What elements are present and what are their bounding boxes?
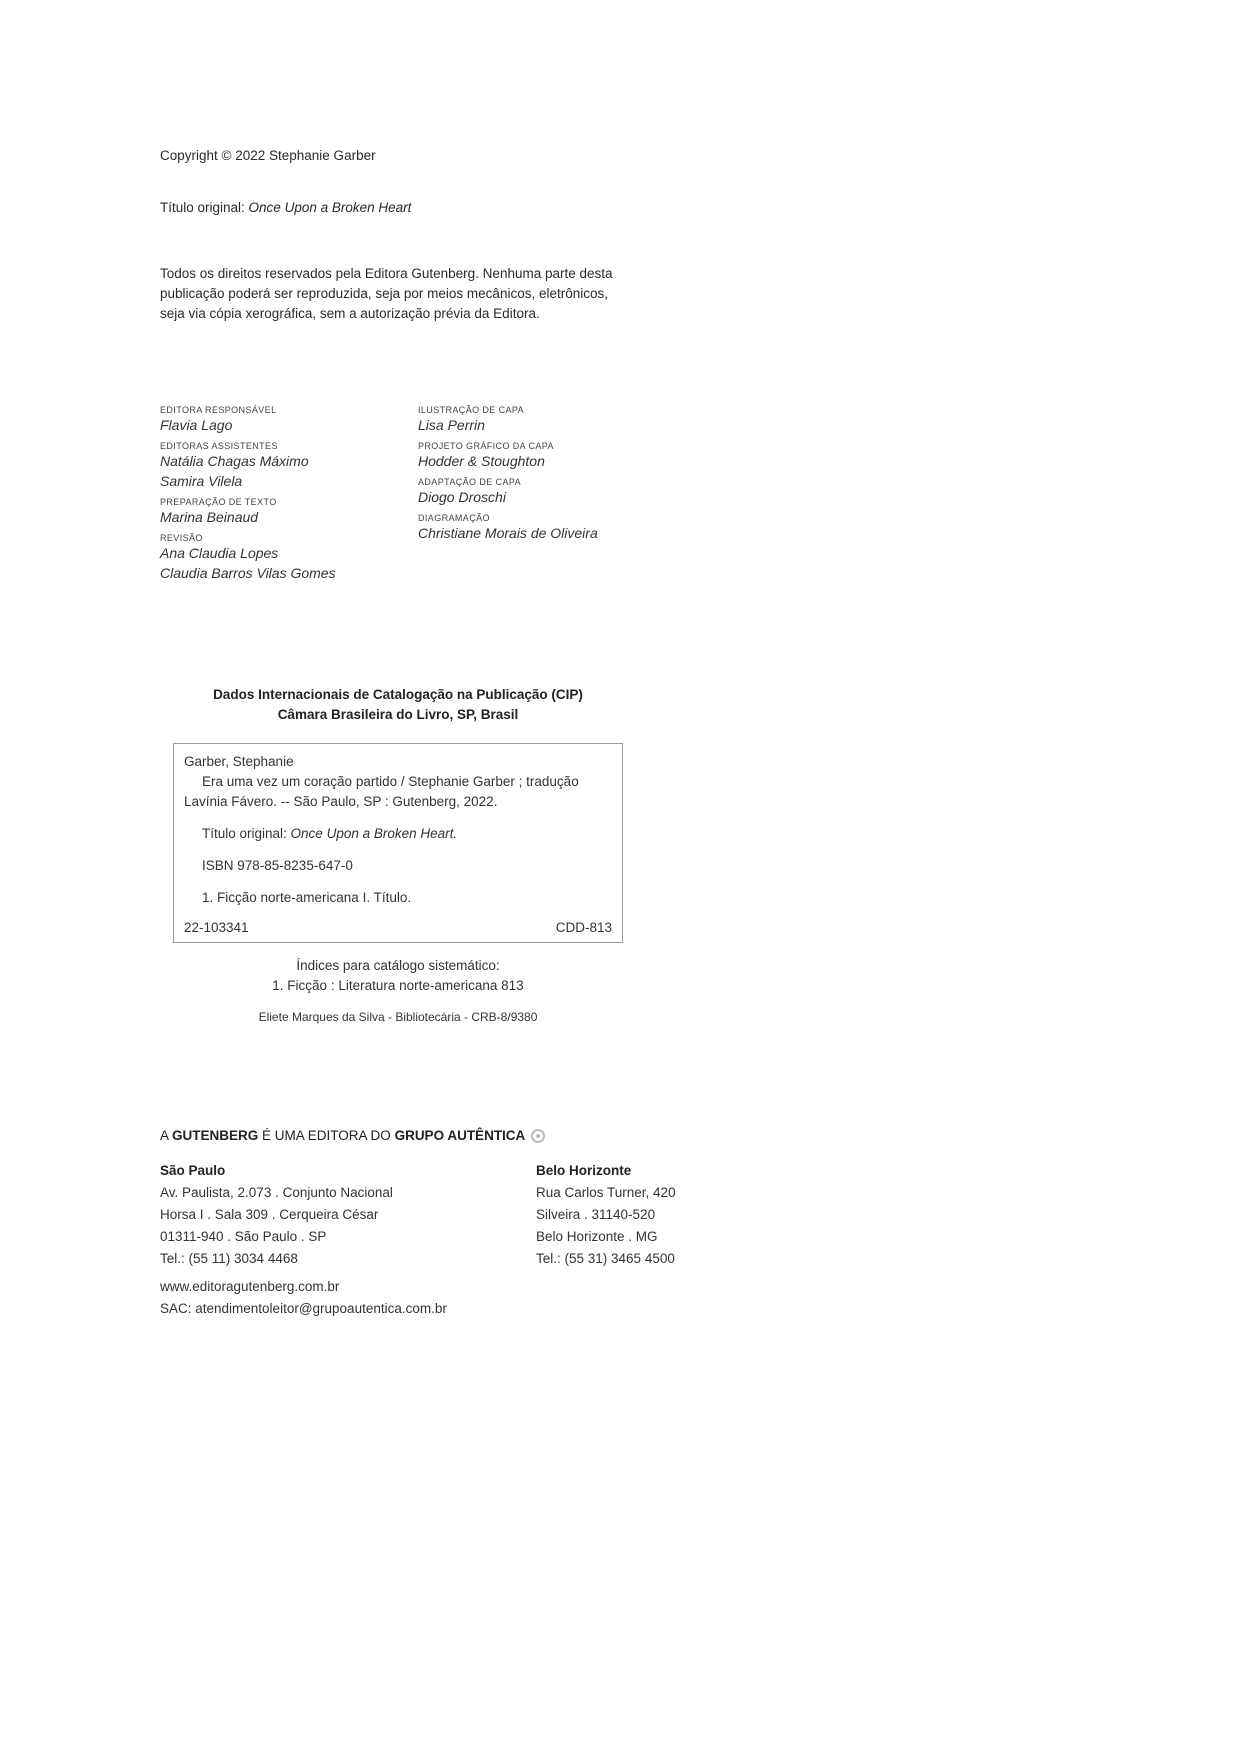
cip-cdd: CDD-813 — [555, 920, 612, 935]
credit-block: Revisão Ana Claudia Lopes Claudia Barros… — [160, 533, 420, 583]
credit-name: Marina Beinaud — [160, 509, 259, 525]
office-line: 01311-940 . São Paulo . SP — [160, 1229, 327, 1244]
cip-original-value: Once Upon a Broken Heart. — [290, 826, 458, 841]
credit-block: Adaptação de capa Diogo Droschi — [418, 477, 678, 507]
credit-name: Diogo Droschi — [418, 489, 506, 505]
credit-label: Diagramação — [418, 513, 490, 523]
office-line: Av. Paulista, 2.073 . Conjunto Nacional — [160, 1185, 393, 1200]
index-entry: 1. Ficção : Literatura norte-americana 8… — [272, 978, 524, 993]
office-belo-horizonte: Belo Horizonte Rua Carlos Turner, 420 Si… — [536, 1160, 756, 1270]
office-line: Belo Horizonte . MG — [536, 1229, 658, 1244]
original-title-label: Título original: — [160, 200, 249, 215]
librarian-credit: Eliete Marques da Silva - Bibliotecária … — [258, 1010, 538, 1024]
credits-right-column: Ilustração de capa Lisa Perrin Projeto g… — [418, 405, 678, 549]
office-line: Silveira . 31140-520 — [536, 1207, 656, 1222]
original-title-value: Once Upon a Broken Heart — [248, 200, 412, 215]
credit-name: Ana Claudia Lopes — [160, 545, 279, 561]
credits-left-column: Editora responsável Flavia Lago Editoras… — [160, 405, 420, 589]
grupo-autentica-logo-icon — [531, 1129, 546, 1144]
original-title-line: Título original: Once Upon a Broken Hear… — [160, 200, 411, 215]
cip-author: Garber, Stephanie — [184, 754, 294, 769]
office-title: São Paulo — [160, 1163, 226, 1178]
credit-label: Projeto gráfico da capa — [418, 441, 554, 451]
rights-paragraph: Todos os direitos reservados pela Editor… — [160, 264, 680, 324]
credit-block: Projeto gráfico da capa Hodder & Stought… — [418, 441, 678, 471]
cip-heading-line-1: Dados Internacionais de Catalogação na P… — [213, 687, 583, 702]
publisher-brand: GUTENBERG — [172, 1128, 259, 1143]
publisher-group: GRUPO AUTÊNTICA — [394, 1128, 526, 1143]
cip-entry-line-1: Era uma vez um coração partido / Stephan… — [202, 774, 579, 789]
credit-name: Christiane Morais de Oliveira — [418, 525, 598, 541]
credit-block: Editoras assistentes Natália Chagas Máxi… — [160, 441, 420, 491]
credit-name: Flavia Lago — [160, 417, 233, 433]
office-line: Rua Carlos Turner, 420 — [536, 1185, 676, 1200]
cip-subjects: 1. Ficção norte-americana I. Título. — [202, 890, 412, 905]
credit-label: Adaptação de capa — [418, 477, 521, 487]
credit-name: Samira Vilela — [160, 473, 243, 489]
cip-box: Garber, Stephanie Era uma vez um coração… — [173, 743, 623, 943]
credit-label: Editoras assistentes — [160, 441, 278, 451]
credit-block: Editora responsável Flavia Lago — [160, 405, 420, 435]
sac-email[interactable]: SAC: atendimentoleitor@grupoautentica.co… — [160, 1298, 447, 1320]
office-sao-paulo: São Paulo Av. Paulista, 2.073 . Conjunto… — [160, 1160, 500, 1270]
cip-heading: Dados Internacionais de Catalogação na P… — [173, 685, 623, 725]
cip-entry-line-2: Lavínia Fávero. -- São Paulo, SP : Guten… — [184, 794, 498, 809]
cip-record-number: 22-103341 — [184, 920, 249, 935]
cip-heading-line-2: Câmara Brasileira do Livro, SP, Brasil — [277, 707, 519, 722]
index-title: Índices para catálogo sistemático: — [296, 958, 500, 973]
credit-block: Preparação de texto Marina Beinaud — [160, 497, 420, 527]
office-title: Belo Horizonte — [536, 1163, 632, 1178]
credit-name: Natália Chagas Máximo — [160, 453, 309, 469]
credit-block: Ilustração de capa Lisa Perrin — [418, 405, 678, 435]
credit-name: Lisa Perrin — [418, 417, 485, 433]
credit-label: Ilustração de capa — [418, 405, 525, 415]
credit-name: Hodder & Stoughton — [418, 453, 545, 469]
cip-original-title: Título original: Once Upon a Broken Hear… — [202, 826, 457, 841]
credit-label: Revisão — [160, 533, 203, 543]
publisher-line: A GUTENBERG É UMA EDITORA DO GRUPO AUTÊN… — [160, 1128, 546, 1144]
credit-label: Preparação de texto — [160, 497, 277, 507]
publisher-prefix: A — [160, 1128, 173, 1143]
cip-isbn: ISBN 978-85-8235-647-0 — [202, 858, 353, 873]
credit-label: Editora responsável — [160, 405, 277, 415]
publisher-middle: É UMA EDITORA DO — [258, 1128, 395, 1143]
office-line: Horsa I . Sala 309 . Cerqueira César — [160, 1207, 379, 1222]
copyright-line: Copyright © 2022 Stephanie Garber — [160, 148, 376, 163]
office-line: Tel.: (55 11) 3034 4468 — [160, 1251, 298, 1266]
rights-line: publicação poderá ser reproduzida, seja … — [160, 286, 608, 301]
rights-line: Todos os direitos reservados pela Editor… — [160, 266, 613, 281]
credit-name: Claudia Barros Vilas Gomes — [160, 565, 336, 581]
office-line: Tel.: (55 31) 3465 4500 — [536, 1251, 675, 1266]
cip-original-label: Título original: — [202, 826, 291, 841]
rights-line: seja via cópia xerográfica, sem a autori… — [160, 306, 540, 321]
credit-block: Diagramação Christiane Morais de Oliveir… — [418, 513, 678, 543]
website-link[interactable]: www.editoragutenberg.com.br — [160, 1276, 339, 1298]
